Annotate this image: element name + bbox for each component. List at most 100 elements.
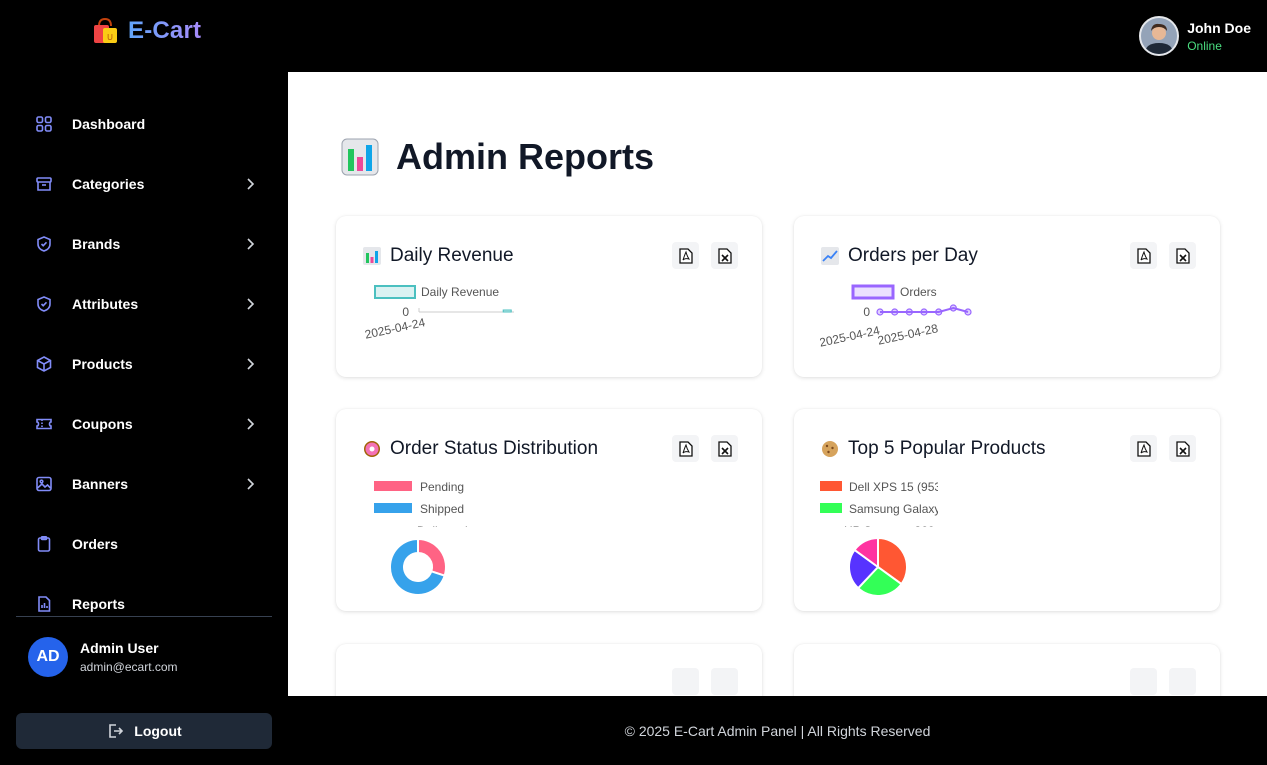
sidebar-item-label: Attributes [72,296,139,312]
sidebar-item-label: Reports [72,596,125,612]
sidebar-item-brands[interactable]: Brands [34,229,264,259]
sidebar-item-products[interactable]: Products [34,349,264,379]
sidebar-item-label: Orders [72,536,118,552]
sidebar: Dashboard Categories Brands Attributes P… [0,72,288,765]
sidebar-item-orders[interactable]: Orders [34,529,264,559]
card-title: Orders per Day [848,245,978,266]
report-card-order-status: Order Status Distribution Pending Shipped… [336,409,762,611]
export-pdf-button[interactable] [672,435,699,462]
legend-swatch [374,481,412,491]
data-point [876,308,884,316]
pdf-file-icon [1136,247,1151,264]
export-pdf-button[interactable] [672,242,699,269]
shield-check-icon [34,294,54,314]
sidebar-item-label: Coupons [72,416,133,432]
sidebar-item-dashboard[interactable]: Dashboard [34,109,264,139]
export-excel-button[interactable] [1169,435,1196,462]
pdf-file-icon [678,247,693,264]
brand-name: E-Cart [128,17,202,44]
bar [490,310,498,312]
x-tick-label: 2025-04-28 [876,321,939,348]
brand-logo[interactable]: U E-Cart [90,16,201,46]
y-tick-label: 0 [402,305,409,319]
orders-per-day-chart: Orders 0 2025-04-242025-04-28 [820,284,972,348]
user-status: Online [1187,38,1222,53]
export-pdf-button[interactable] [1130,668,1157,695]
report-card-top-products: Top 5 Popular Products Dell XPS 15 (953 S… [794,409,1220,611]
sidebar-item-reports[interactable]: Reports [34,589,264,619]
user-info: John Doe Online [1187,20,1251,53]
avatar[interactable] [1139,16,1180,56]
legend-label: Shipped [420,502,464,516]
legend-swatch [374,285,416,299]
trend-chart-emoji-icon [821,247,839,265]
report-card-partial [794,644,1220,696]
footer: © 2025 E-Cart Admin Panel | All Rights R… [288,696,1267,765]
bar [502,309,512,313]
svg-text:U: U [107,33,113,42]
user-name: John Doe [1187,19,1251,36]
bar-chart-emoji-icon [341,138,379,176]
page-title-row: Admin Reports [340,136,654,178]
sidebar-item-banners[interactable]: Banners [34,469,264,499]
card-header: Order Status Distribution [362,435,738,463]
footer-text: © 2025 E-Cart Admin Panel | All Rights R… [624,722,931,739]
legend-swatch [374,503,412,513]
legend-label: Samsung Galaxy [849,502,940,516]
legend-label: Pending [420,480,464,494]
logout-button[interactable]: Logout [16,713,272,749]
sidebar-item-coupons[interactable]: Coupons [34,409,264,439]
logout-label: Logout [134,723,182,739]
cookie-emoji-icon [822,441,838,457]
sidebar-item-categories[interactable]: Categories [34,169,264,199]
bar [435,310,443,312]
bar [463,310,471,312]
legend-swatch [851,284,895,300]
export-excel-button[interactable] [1169,668,1196,695]
shopping-bag-icon: U [94,17,117,43]
bar [422,310,430,312]
sidebar-item-attributes[interactable]: Attributes [34,289,264,319]
user-profile[interactable]: John Doe Online [1139,16,1251,56]
card-header: Orders per Day [820,242,1196,270]
chevron-right-icon [247,478,255,490]
export-pdf-button[interactable] [672,668,699,695]
page-title: Admin Reports [396,136,655,177]
export-pdf-button[interactable] [1130,435,1157,462]
archive-box-icon [34,174,54,194]
x-tick-label: 2025-04-24 [363,315,426,342]
sidebar-divider [16,616,272,617]
legend-swatch [820,481,842,491]
sidebar-item-label: Brands [72,236,121,252]
export-excel-button[interactable] [1169,242,1196,269]
chevron-right-icon [247,418,255,430]
admin-email: admin@ecart.com [80,660,178,674]
export-excel-button[interactable] [711,242,738,269]
card-title: Order Status Distribution [390,438,599,459]
grid-icon [34,114,54,134]
sidebar-item-label: Products [72,356,133,372]
data-point [920,308,928,316]
excel-file-icon [1175,247,1190,264]
export-pdf-button[interactable] [1130,242,1157,269]
top-bar: U E-Cart John Doe Online [0,0,1267,72]
shield-icon [34,234,54,254]
x-tick-label: 2025-04-24 [820,323,881,348]
admin-name: Admin User [80,640,159,656]
legend-label: Dell XPS 15 (953 [849,480,941,494]
card-title: Daily Revenue [390,245,514,266]
export-excel-button[interactable] [711,435,738,462]
excel-file-icon [717,247,732,264]
export-excel-button[interactable] [711,668,738,695]
card-header: Daily Revenue [362,242,738,270]
legend-clip [820,527,1020,539]
excel-file-icon [717,440,732,457]
ticket-icon [34,414,54,434]
chevron-right-icon [247,178,255,190]
report-card-daily-revenue: Daily Revenue Daily Revenue 0 2025-04-24 [336,216,762,377]
legend-swatch [820,503,842,513]
sidebar-item-label: Banners [72,476,129,492]
bar [449,310,457,312]
excel-file-icon [1175,440,1190,457]
main-content: Admin Reports Daily Revenue Daily Revenu… [288,72,1267,696]
